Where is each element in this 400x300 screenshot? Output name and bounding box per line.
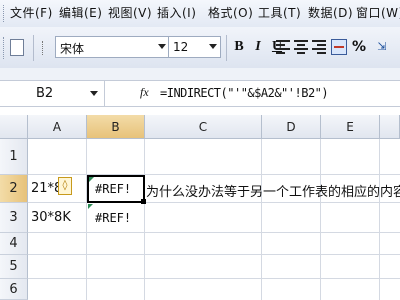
row-header-2[interactable]: 2	[0, 175, 28, 203]
spreadsheet-grid: A B C D E 1 2 3 4 5 6 21*8I ◊ #REF! 为什么没…	[0, 115, 400, 300]
menu-insert[interactable]: 插入(I)	[157, 5, 196, 21]
align-left-icon[interactable]	[276, 40, 290, 54]
formula-bar: B2 fx =INDIRECT("'"&$A2&"'!B2")	[0, 80, 400, 107]
menu-bar: 文件(F) 编辑(E) 视图(V) 插入(I) 格式(O) 工具(T) 数据(D…	[0, 0, 400, 28]
column-header-e[interactable]: E	[321, 115, 380, 139]
column-header-a[interactable]: A	[28, 115, 87, 139]
toolbar-separator	[33, 35, 34, 61]
toolbar-gap	[0, 68, 400, 80]
column-header-b[interactable]: B	[87, 115, 145, 139]
cell-b3[interactable]: #REF!	[95, 211, 131, 225]
menu-grip[interactable]	[3, 5, 7, 22]
new-document-icon[interactable]	[10, 39, 24, 56]
chevron-down-icon[interactable]	[209, 44, 217, 49]
italic-button[interactable]: I	[249, 38, 267, 56]
menu-tools[interactable]: 工具(T)	[258, 5, 301, 21]
formula-input[interactable]: =INDIRECT("'"&$A2&"'!B2")	[160, 86, 329, 100]
column-header-c[interactable]: C	[145, 115, 262, 139]
fx-icon[interactable]: fx	[140, 85, 149, 100]
name-box[interactable]: B2	[0, 81, 105, 106]
cell-b2[interactable]: #REF!	[95, 182, 131, 196]
align-center-icon[interactable]	[294, 40, 308, 54]
chevron-down-icon[interactable]	[158, 44, 166, 49]
row-header-5[interactable]: 5	[0, 255, 28, 279]
menu-view[interactable]: 视图(V)	[108, 5, 152, 21]
bold-button[interactable]: B	[230, 38, 248, 56]
menu-data[interactable]: 数据(D)	[308, 5, 353, 21]
warning-icon[interactable]: ◊	[58, 177, 72, 195]
font-name-value: 宋体	[60, 42, 85, 56]
row-header-1[interactable]: 1	[0, 139, 28, 175]
cell-c2[interactable]: 为什么没办法等于另一个工作表的相应的内容	[146, 181, 400, 200]
menu-window[interactable]: 窗口(W)	[356, 5, 400, 21]
comma-style-icon[interactable]: ⇲	[373, 38, 391, 56]
menu-format[interactable]: 格式(O)	[208, 5, 253, 21]
toolbar-grip[interactable]	[3, 37, 7, 59]
font-style-icon	[42, 41, 53, 55]
error-indicator-b2	[89, 177, 94, 182]
align-right-icon[interactable]	[312, 40, 326, 54]
menu-file[interactable]: 文件(F)	[10, 5, 53, 21]
column-header-f[interactable]	[380, 115, 400, 139]
percent-style-button[interactable]: %	[350, 38, 368, 56]
column-header-d[interactable]: D	[262, 115, 321, 139]
name-box-value: B2	[36, 86, 54, 101]
font-size-value: 12	[173, 40, 189, 54]
font-size-combo[interactable]: 12	[168, 36, 221, 58]
menu-edit[interactable]: 编辑(E)	[59, 5, 102, 21]
merge-center-icon[interactable]	[331, 39, 347, 55]
row-header-4[interactable]: 4	[0, 233, 28, 255]
error-indicator-b3	[88, 204, 93, 209]
formatting-toolbar: 宋体 12 B I U % ⇲	[0, 27, 400, 69]
row-header-3[interactable]: 3	[0, 203, 28, 233]
chevron-down-icon[interactable]	[90, 91, 98, 96]
select-all-corner[interactable]	[0, 115, 28, 139]
cell-a3[interactable]: 30*8K	[31, 210, 71, 225]
font-name-combo[interactable]: 宋体	[55, 36, 170, 58]
toolbar-separator	[226, 35, 227, 61]
row-header-6[interactable]: 6	[0, 279, 28, 300]
